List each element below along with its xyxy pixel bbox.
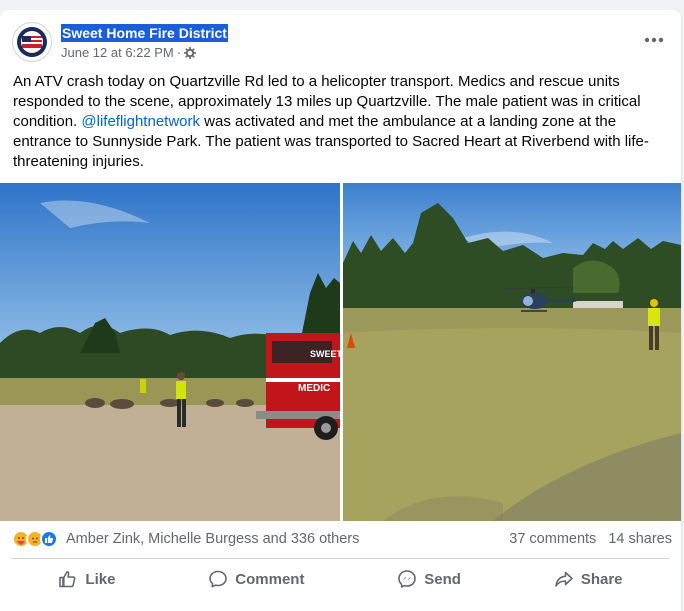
comment-bubble-icon <box>209 570 228 588</box>
action-divider <box>12 558 669 559</box>
share-arrow-icon <box>555 571 573 587</box>
action-bar: Like Comment Send Share <box>12 561 669 597</box>
mention-link[interactable]: @lifeflightnetwork <box>81 113 200 130</box>
comments-count[interactable]: 37 comments <box>509 531 596 547</box>
comment-button[interactable]: Comment <box>196 563 316 595</box>
shares-count[interactable]: 14 shares <box>608 531 672 547</box>
messenger-icon <box>398 570 417 588</box>
like-label: Like <box>85 570 116 588</box>
ambulance-label-side: MEDIC <box>298 383 330 394</box>
comment-label: Comment <box>235 570 305 588</box>
post-meta: June 12 at 6:22 PM · <box>61 45 197 61</box>
photo-ambulance[interactable]: SWEET MEDIC <box>0 183 340 521</box>
meta-separator: · <box>176 45 182 60</box>
thumbs-up-icon <box>59 571 76 588</box>
post-body: An ATV crash today on Quartzville Rd led… <box>13 72 669 172</box>
post-timestamp[interactable]: June 12 at 6:22 PM <box>61 45 174 61</box>
fire-district-logo-icon <box>17 27 47 57</box>
reaction-icons[interactable] <box>12 530 58 548</box>
share-button[interactable]: Share <box>542 563 635 595</box>
send-label: Send <box>424 570 461 588</box>
page-avatar[interactable] <box>12 22 52 62</box>
send-button[interactable]: Send <box>385 563 473 595</box>
post-card: Sweet Home Fire District June 12 at 6:22… <box>0 10 681 611</box>
more-options-button[interactable] <box>640 28 668 52</box>
reactions-bar: Amber Zink, Michelle Burgess and 336 oth… <box>12 526 672 552</box>
privacy-gear-icon[interactable] <box>184 47 197 59</box>
post-header: Sweet Home Fire District June 12 at 6:22… <box>12 22 672 66</box>
ambulance-label-top: SWEET <box>310 349 340 359</box>
page-name-link[interactable]: Sweet Home Fire District <box>61 24 228 42</box>
photo-helicopter[interactable] <box>343 183 681 521</box>
share-label: Share <box>580 570 623 588</box>
more-dots-icon <box>644 37 664 43</box>
like-icon <box>40 530 58 548</box>
like-button[interactable]: Like <box>46 563 127 595</box>
photo-grid: SWEET MEDIC <box>0 183 681 521</box>
reactor-names[interactable]: Amber Zink, Michelle Burgess and 336 oth… <box>66 531 359 547</box>
post-stats: 37 comments 14 shares <box>509 531 672 547</box>
